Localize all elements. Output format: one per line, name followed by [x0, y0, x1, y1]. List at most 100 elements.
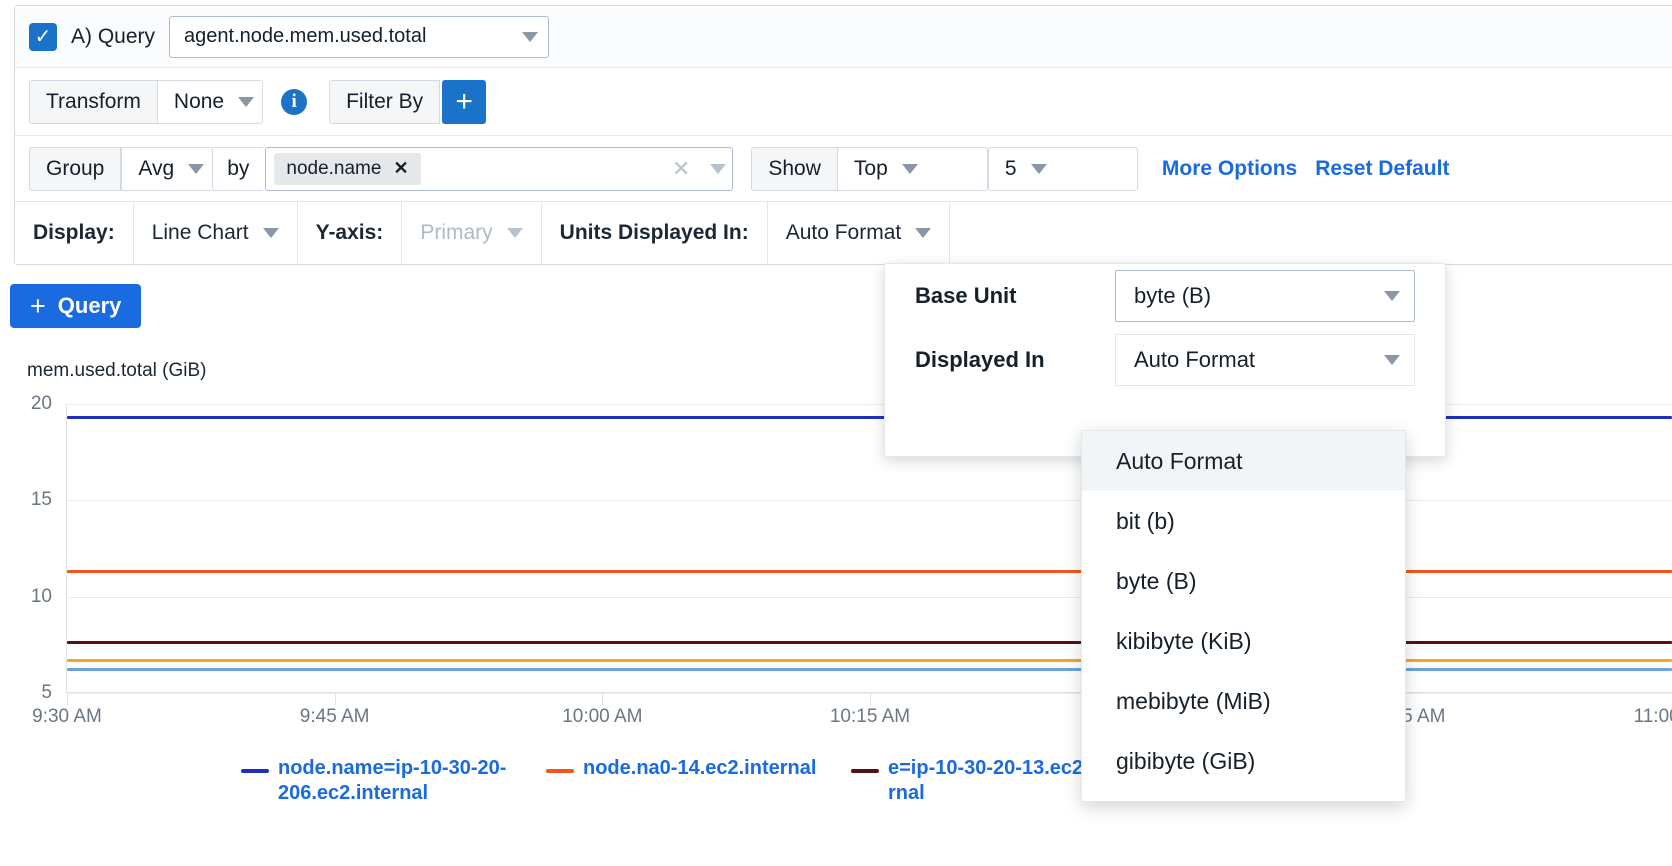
chevron-down-icon: [522, 32, 538, 42]
chevron-down-icon: [1384, 291, 1400, 301]
display-row-spacer: [950, 202, 1672, 264]
display-label: Display:: [15, 202, 134, 264]
group-by-tag-label: node.name: [286, 158, 381, 180]
x-axis-tick-mark: [870, 693, 871, 705]
y-axis-tick-label: 10: [12, 586, 52, 608]
group-by-tags-input[interactable]: node.name ✕ ✕: [265, 147, 733, 191]
query-label: A) Query: [71, 25, 155, 49]
reset-default-link[interactable]: Reset Default: [1315, 157, 1449, 181]
units-displayed-in-label: Units Displayed In:: [542, 202, 768, 264]
chevron-down-icon: [263, 228, 279, 238]
units-displayed-in-select[interactable]: Auto Format: [768, 202, 951, 264]
filter-by-label: Filter By: [329, 80, 440, 124]
displayed-in-row: Displayed In Auto Format: [885, 328, 1445, 392]
show-count-value: 5: [1005, 157, 1017, 181]
y-axis-select[interactable]: Primary: [402, 202, 541, 264]
x-axis-tick-mark: [602, 693, 603, 705]
show-label: Show: [751, 147, 838, 191]
x-axis-tick-label: 10:15 AM: [830, 706, 910, 728]
y-axis-value: Primary: [420, 221, 492, 245]
clear-icon[interactable]: ✕: [672, 156, 690, 182]
displayed-in-dropdown-menu[interactable]: Auto Formatbit (b)byte (B)kibibyte (KiB)…: [1081, 430, 1406, 802]
query-enabled-checkbox[interactable]: ✓: [29, 23, 57, 51]
unit-option[interactable]: mebibyte (MiB): [1082, 671, 1405, 731]
unit-option[interactable]: byte (B): [1082, 551, 1405, 611]
chevron-down-icon: [238, 97, 254, 107]
unit-option[interactable]: Auto Format: [1082, 431, 1405, 491]
query-links: More Options Reset Default: [1162, 157, 1450, 181]
close-icon[interactable]: ✕: [393, 158, 408, 179]
query-header-row: ✓ A) Query agent.node.mem.used.total: [15, 6, 1672, 68]
chevron-down-icon: [902, 164, 918, 174]
x-axis-tick-label: 11:00 AM: [1634, 706, 1672, 728]
x-axis-tick-label: 10:00 AM: [562, 706, 642, 728]
x-axis-tick-mark: [67, 693, 68, 705]
transform-filter-row: Transform None i Filter By +: [15, 68, 1672, 136]
transform-label: Transform: [29, 80, 158, 124]
chart-series-line[interactable]: [67, 570, 1672, 573]
chart-legend: node.name=ip-10-30-20-206.ec2.internal no…: [0, 756, 1672, 806]
transform-select[interactable]: None: [158, 80, 263, 124]
legend-item-label: node.name=ip-10-30-20-206.ec2.internal: [278, 756, 516, 806]
show-direction-value: Top: [854, 157, 888, 181]
add-filter-button[interactable]: +: [442, 80, 486, 124]
chart-series-line[interactable]: [67, 668, 1672, 671]
legend-color-swatch: [241, 769, 269, 773]
chevron-down-icon: [1031, 164, 1047, 174]
chevron-down-icon: [915, 228, 931, 238]
by-label: by: [213, 147, 263, 191]
units-displayed-in-value: Auto Format: [786, 221, 902, 245]
display-options-row: Display: Line Chart Y-axis: Primary Unit…: [15, 202, 1672, 264]
show-direction-select[interactable]: Top: [838, 147, 988, 191]
chevron-down-icon: [1384, 355, 1400, 365]
base-unit-select[interactable]: byte (B): [1115, 270, 1415, 322]
chevron-down-icon[interactable]: [710, 164, 726, 174]
legend-color-swatch: [546, 769, 574, 773]
unit-option[interactable]: gibibyte (GiB): [1082, 731, 1405, 791]
display-type-select[interactable]: Line Chart: [134, 202, 298, 264]
unit-option[interactable]: bit (b): [1082, 491, 1405, 551]
group-by-tag[interactable]: node.name ✕: [274, 153, 420, 185]
more-options-link[interactable]: More Options: [1162, 157, 1297, 181]
group-by-row: Group Avg by node.name ✕ ✕ Show Top 5: [15, 136, 1672, 202]
legend-item[interactable]: node.na0-14.ec2.internal: [546, 756, 821, 806]
x-axis-tick-label: 9:30 AM: [32, 706, 102, 728]
show-count-select[interactable]: 5: [988, 147, 1138, 191]
metric-select[interactable]: agent.node.mem.used.total: [169, 16, 549, 58]
group-aggregation-value: Avg: [138, 157, 174, 181]
legend-color-swatch: [851, 769, 879, 773]
chart-title: mem.used.total (GiB): [27, 360, 207, 382]
legend-item[interactable]: node.name=ip-10-30-20-206.ec2.internal: [241, 756, 516, 806]
units-popover: Base Unit byte (B) Displayed In Auto For…: [884, 263, 1446, 457]
group-aggregation-select[interactable]: Avg: [121, 147, 213, 191]
y-axis-label: Y-axis:: [298, 202, 403, 264]
chart-gridline: [67, 500, 1672, 501]
metric-select-value: agent.node.mem.used.total: [184, 25, 426, 48]
y-axis-tick-label: 20: [12, 393, 52, 415]
y-axis-tick-label: 5: [12, 682, 52, 704]
chart-gridline: [67, 597, 1672, 598]
add-query-button[interactable]: + Query: [10, 284, 141, 328]
group-label: Group: [29, 147, 121, 191]
displayed-in-label: Displayed In: [915, 347, 1115, 373]
show-group: Show Top 5: [751, 147, 1138, 191]
chart-series-line[interactable]: [67, 641, 1672, 644]
displayed-in-value: Auto Format: [1134, 347, 1255, 373]
chart-series-line[interactable]: [67, 659, 1672, 662]
x-axis-tick-label: 9:45 AM: [300, 706, 370, 728]
base-unit-row: Base Unit byte (B): [885, 264, 1445, 328]
plus-icon: +: [30, 293, 46, 320]
add-query-button-label: Query: [58, 293, 122, 319]
y-axis-tick-label: 15: [12, 489, 52, 511]
unit-option[interactable]: kibibyte (KiB): [1082, 611, 1405, 671]
chevron-down-icon: [507, 228, 523, 238]
legend-item-label: node.na0-14.ec2.internal: [583, 756, 821, 781]
base-unit-label: Base Unit: [915, 283, 1115, 309]
transform-select-value: None: [174, 90, 224, 114]
query-editor-panel: ✓ A) Query agent.node.mem.used.total Tra…: [14, 5, 1672, 265]
displayed-in-select[interactable]: Auto Format: [1115, 334, 1415, 386]
chevron-down-icon: [188, 164, 204, 174]
info-icon[interactable]: i: [281, 89, 307, 115]
x-axis-tick-mark: [335, 693, 336, 705]
display-type-value: Line Chart: [152, 221, 249, 245]
